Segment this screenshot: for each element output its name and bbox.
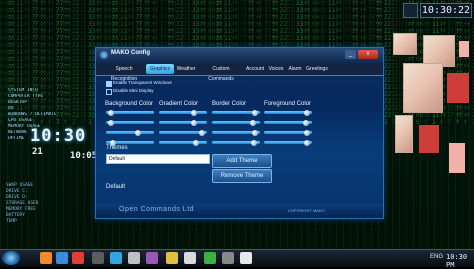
taskbar-app-icon[interactable] [166, 252, 178, 264]
close-button[interactable]: x [358, 50, 378, 59]
app-icon [100, 51, 108, 59]
taskbar-app-icon[interactable] [222, 252, 234, 264]
matrix-column: ｴｴｴｴｴｴｴｴｴｴｴｴｴｴｴｴｴｴｴｴｴｴｴｴｴｴｴｴｴｴｴｴｴｴｴ [80, 0, 87, 126]
photo-tile [393, 33, 417, 55]
minimize-button[interactable]: _ [345, 50, 356, 59]
taskbar-app-icon[interactable] [184, 252, 196, 264]
desktop-clock: 10:30 [30, 126, 87, 146]
language-indicator[interactable]: ENG [430, 254, 443, 260]
tab-voices[interactable]: Voices [266, 64, 286, 74]
theme-list[interactable]: Default [106, 154, 210, 164]
foreground-color-heading: Foreground Color [264, 101, 312, 107]
photo-tile [403, 63, 443, 113]
matrix-column: 00000000000000000000000000000000000 [0, 0, 8, 126]
window-title: MAKO Config [111, 50, 150, 56]
transparent-windows-checkbox[interactable] [106, 81, 112, 87]
desktop: 00000000000000000000000000000000000 ｶｶｶｶｶ… [0, 0, 474, 249]
taskbar-app-icon[interactable] [204, 252, 216, 264]
color-tile [447, 73, 469, 103]
tab-alarm[interactable]: Alarm [285, 64, 305, 74]
color-slider-track[interactable] [159, 111, 207, 114]
color-slider-thumb[interactable] [198, 129, 205, 136]
taskbar-app-icon[interactable] [128, 252, 140, 264]
taskbar: ENG 10:30 PM [0, 249, 474, 269]
color-slider-thumb[interactable] [249, 119, 256, 126]
color-slider-thumb[interactable] [192, 139, 199, 146]
color-slider-thumb[interactable] [303, 129, 310, 136]
color-slider-thumb[interactable] [190, 119, 197, 126]
mini-display-label: Disable Mini Display [113, 88, 154, 93]
color-slider-thumb[interactable] [108, 109, 115, 116]
taskbar-app-icon[interactable] [72, 252, 84, 264]
color-slider-thumb[interactable] [302, 119, 309, 126]
tab-graphics[interactable]: Graphics [146, 64, 174, 74]
window-footer: Open Commands Ltd COPYRIGHT MAKO [96, 204, 383, 218]
color-slider-thumb[interactable] [251, 109, 258, 116]
color-slider-thumb[interactable] [135, 129, 142, 136]
divider [96, 75, 383, 76]
color-slider-thumb[interactable] [108, 119, 115, 126]
default-label: Default [106, 184, 126, 190]
themes-label: Themes [106, 145, 128, 151]
tab-greetings[interactable]: Greetings [304, 64, 330, 74]
color-tile [419, 125, 439, 153]
storage-info-line: TEMP [6, 219, 17, 224]
color-slider-track[interactable] [159, 141, 207, 144]
color-slider-track[interactable] [106, 131, 154, 134]
taskbar-app-icon[interactable] [240, 252, 252, 264]
transparent-windows-label: Enable Transparent Windows [113, 80, 172, 85]
taskbar-app-icon[interactable] [56, 252, 68, 264]
background-color-heading: Background Color [105, 101, 154, 107]
color-slider-track[interactable] [159, 121, 207, 124]
taskbar-app-icon[interactable] [92, 252, 104, 264]
mako-config-window: MAKO Config _ x Speech Recognition Graphi… [95, 47, 384, 219]
tab-custom-commands[interactable]: Custom Commands [198, 64, 244, 82]
photo-collage-widget [393, 33, 471, 183]
footer-copyright: COPYRIGHT MAKO [288, 208, 325, 213]
remove-theme-button[interactable]: Remove Theme [212, 169, 272, 183]
gradient-color-heading: Gradient Color [159, 101, 199, 107]
start-button[interactable] [2, 251, 20, 265]
color-slider-thumb[interactable] [250, 139, 257, 146]
footer-brand: Open Commands Ltd [119, 206, 195, 213]
tab-weather[interactable]: Weather [173, 64, 199, 74]
color-slider-thumb[interactable] [251, 129, 258, 136]
matrix-column: ZZZZZZZZZZZZZZZZZZZZZZZZZZZZZZZZZZZ [384, 0, 392, 126]
desktop-clock-day: 21 [32, 147, 43, 157]
add-theme-button[interactable]: Add Theme [212, 154, 272, 168]
taskbar-clock[interactable]: 10:30 PM [446, 253, 474, 269]
color-slider-thumb[interactable] [190, 109, 197, 116]
taskbar-app-icon[interactable] [40, 252, 52, 264]
color-slider-thumb[interactable] [303, 139, 310, 146]
widget-toggle-button[interactable] [403, 3, 418, 18]
photo-tile [395, 115, 413, 153]
color-tile [449, 143, 465, 173]
taskbar-app-icon[interactable] [110, 252, 122, 264]
border-color-heading: Border Color [212, 101, 247, 107]
title-bar[interactable]: MAKO Config _ x [96, 48, 383, 63]
mini-display-checkbox[interactable] [106, 89, 112, 95]
storage-info-widget: SWAP USAGE DRIVE C: DRIVE D: STORAGE USED ME… [6, 183, 88, 235]
color-slider-thumb[interactable] [303, 109, 310, 116]
tab-account[interactable]: Account [243, 64, 267, 74]
color-tile [459, 41, 469, 57]
taskbar-app-icon[interactable] [146, 252, 158, 264]
top-clock-widget: 10:30:22 [420, 3, 472, 18]
tab-speech-recognition[interactable]: Speech Recognition [100, 64, 148, 82]
